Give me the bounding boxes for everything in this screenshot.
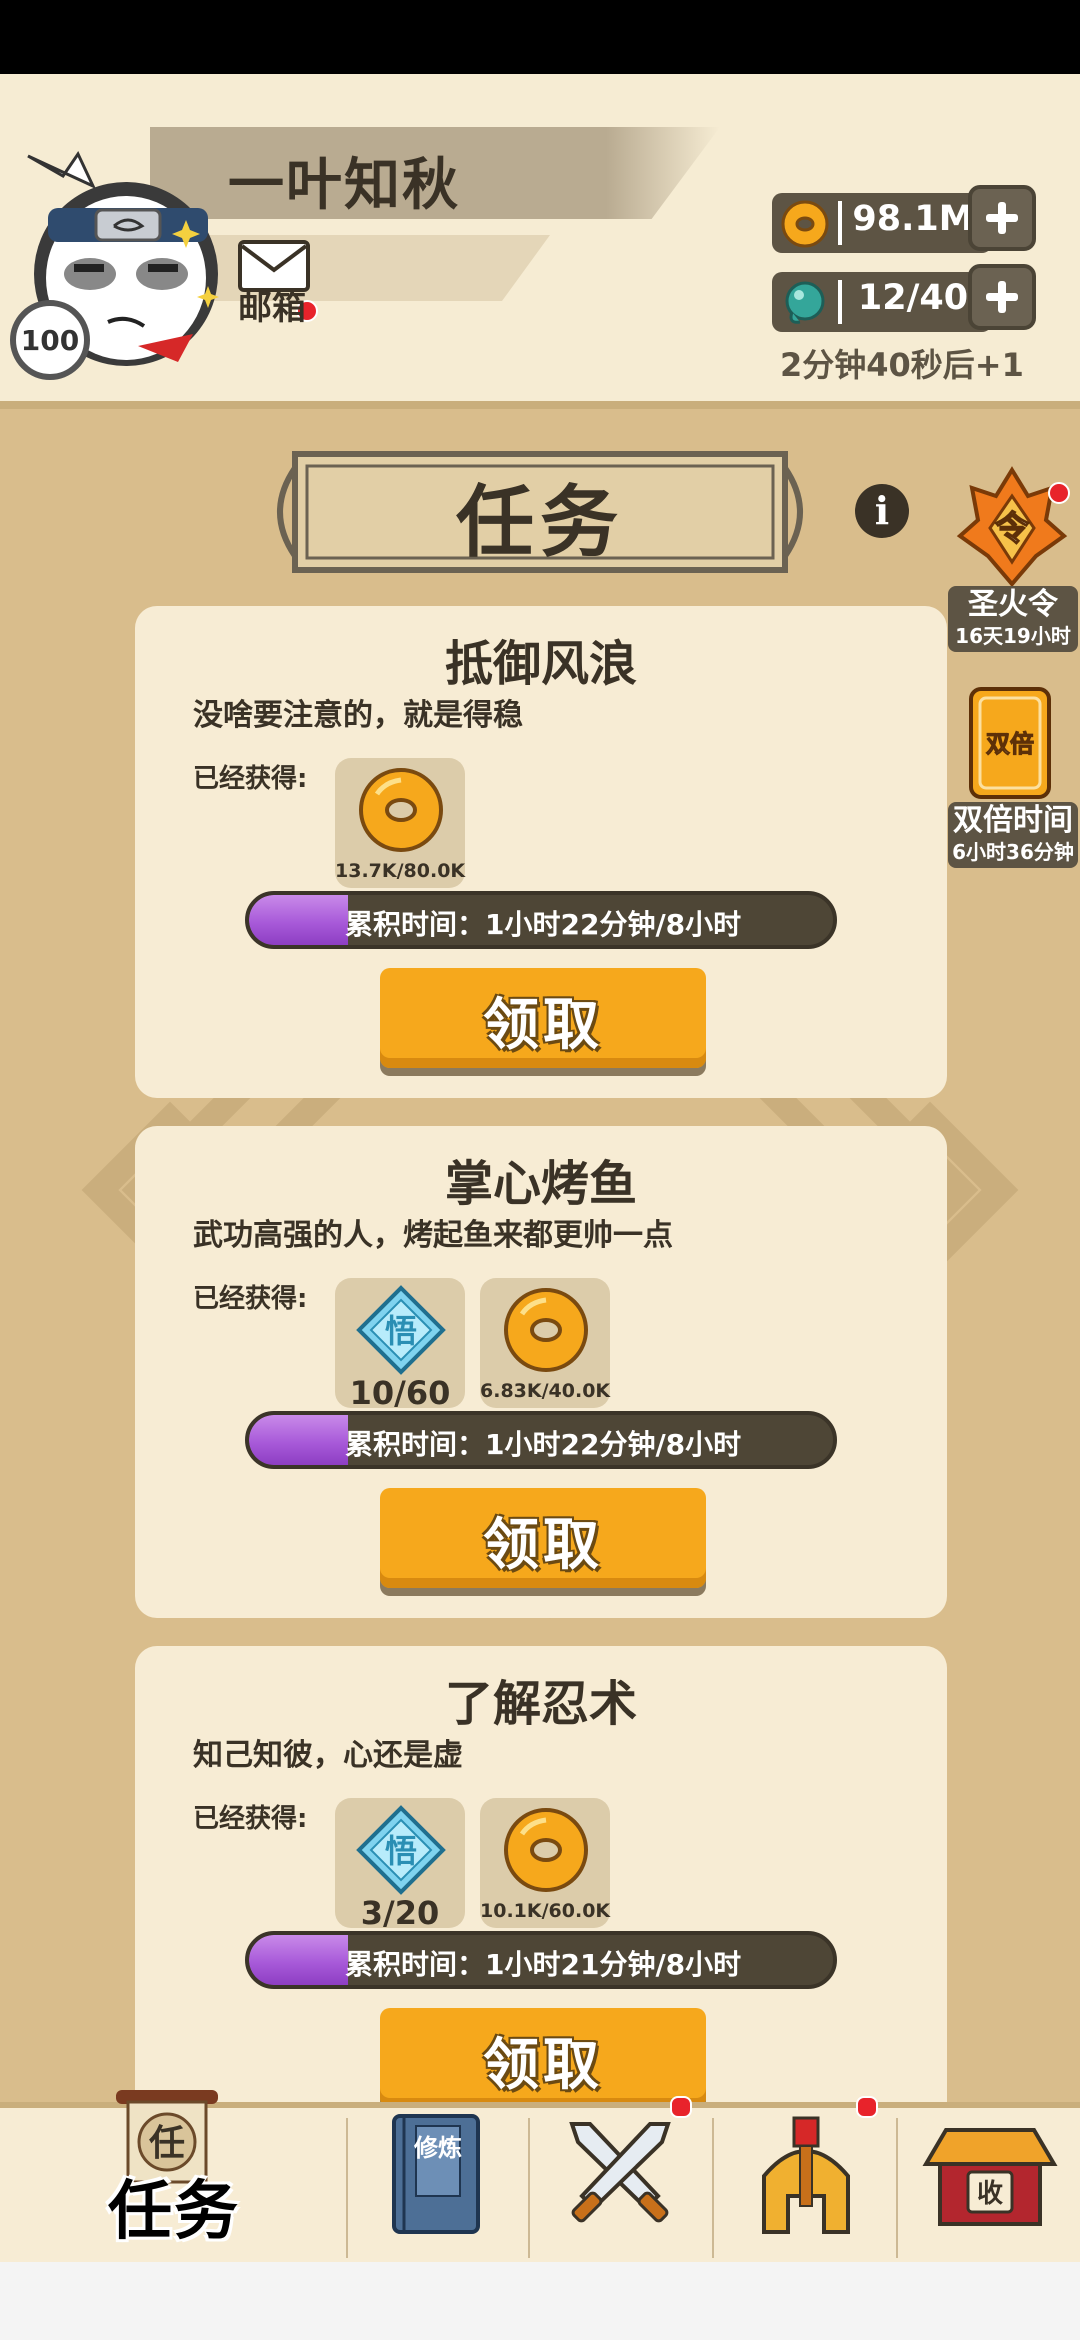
insight-gem-icon: 悟 [356,1805,446,1895]
task-title: 了解忍术 [444,1676,637,1732]
event-holy-fire-order[interactable]: 令 圣火令 16天19小时 [948,466,1078,656]
coin-icon [781,200,829,248]
task-description: 武功高强的人，烤起鱼来都更帅一点 [193,1218,673,1253]
claim-label: 领取 [483,1513,603,1578]
event-double-time[interactable]: 双倍 双倍时间 6小时36分钟 [948,686,1078,876]
reward-count: 6.83K/40.0K [480,1380,611,1402]
progress-fill [249,1935,349,1985]
level-badge: 100 [10,300,90,380]
obtained-label: 已经获得: [193,1804,308,1834]
tab-glyph: 修炼 [413,2134,462,2162]
obtained-label: 已经获得: [193,1284,308,1314]
energy-value: 12/40 [857,278,969,318]
reward-slot-coin[interactable]: 10.1K/60.0K [480,1798,610,1928]
task-description: 没啥要注意的，就是得稳 [193,698,523,733]
event-name: 双倍时间 [953,803,1073,838]
crossed-swords-icon [569,2122,671,2223]
progress-fill [249,1415,349,1465]
double-card-icon: 双倍 [969,687,1051,799]
active-tab-label: 任务 [108,2175,240,2249]
separator [838,201,842,245]
event-time: 16天19小时 [955,624,1071,648]
tab-glyph: 任 [149,2123,185,2164]
task-card: 掌心烤鱼 武功高强的人，烤起鱼来都更帅一点 已经获得: 悟 10/60 6.83… [135,1126,947,1618]
add-coins-button[interactable] [968,185,1036,251]
helmet-icon [762,2116,850,2234]
system-navigation-bar [0,2262,1080,2340]
event-notification-dot [1048,482,1070,504]
reward-slot-coin[interactable]: 13.7K/80.0K [335,758,465,888]
coin-value: 98.1M [852,199,974,239]
progress-bar: 累积时间：1小时22分钟/8小时 [245,1411,837,1469]
coin-icon [504,1808,588,1892]
gem-glyph: 悟 [385,1832,417,1870]
equipment-notification-dot [856,2096,878,2118]
progress-bar: 累积时间：1小时21分钟/8小时 [245,1931,837,1989]
reward-slot-insight[interactable]: 悟 10/60 [335,1278,465,1412]
coin-icon [504,1288,588,1372]
player-name: 一叶知秋 [228,153,460,218]
tab-shop[interactable]: 收 [898,2108,1080,2268]
event-time: 6小时36分钟 [952,840,1074,864]
task-card: 抵御风浪 没啥要注意的，就是得稳 已经获得: 13.7K/80.0K 累积时间：… [135,606,947,1098]
energy-resource-bar: 12/40 [772,272,992,332]
reward-count: 10.1K/60.0K [480,1900,611,1922]
info-icon[interactable]: i [855,484,909,538]
progress-text: 累积时间：1小时22分钟/8小时 [345,1428,742,1461]
task-card: 了解忍术 知己知彼，心还是虚 已经获得: 悟 3/20 10.1K/60.0K … [135,1646,947,2138]
task-title: 抵御风浪 [444,636,637,692]
battle-notification-dot [670,2096,692,2118]
reward-count: 13.7K/80.0K [335,860,466,882]
gem-glyph: 悟 [385,1312,417,1350]
claim-label: 领取 [483,2033,603,2098]
reward-slot-insight[interactable]: 悟 3/20 [335,1798,465,1932]
event-name: 圣火令 [968,587,1058,622]
claim-button[interactable]: 领取 [380,2008,706,2108]
event-label-box: 双倍时间 6小时36分钟 [948,802,1078,868]
mail-label[interactable]: 邮箱 [238,280,306,329]
progress-text: 累积时间：1小时21分钟/8小时 [345,1948,742,1981]
reward-slot-coin[interactable]: 6.83K/40.0K [480,1278,610,1408]
event-label-box: 圣火令 16天19小时 [948,586,1078,652]
coin-icon [359,768,443,852]
energy-timer: 2分钟40秒后+1 [780,346,1024,384]
separator [838,280,842,324]
coin-resource-bar: 98.1M [772,193,992,253]
claim-label: 领取 [483,993,603,1058]
claim-button[interactable]: 领取 [380,1488,706,1588]
claim-button[interactable]: 领取 [380,968,706,1068]
page-title: 任务 [455,478,624,568]
status-bar [0,0,1080,74]
insight-gem-icon: 悟 [356,1285,446,1375]
reward-count: 3/20 [360,1894,440,1932]
progress-bar: 累积时间：1小时22分钟/8小时 [245,891,837,949]
progress-text: 累积时间：1小时22分钟/8小时 [345,908,742,941]
event-icon-text: 令 [995,509,1030,549]
reward-count: 10/60 [349,1374,451,1412]
progress-fill [249,895,349,945]
task-title: 掌心烤鱼 [444,1156,637,1212]
shop-house-icon: 收 [922,2128,1058,2226]
add-energy-button[interactable] [968,264,1036,330]
tab-equipment[interactable] [714,2096,896,2268]
tab-glyph: 收 [977,2179,1003,2209]
tab-training[interactable]: 修炼 [348,2108,528,2268]
training-book-icon: 修炼 [392,2114,480,2234]
task-description: 知己知彼，心还是虚 [193,1738,463,1773]
tab-battle[interactable] [530,2096,712,2268]
obtained-label: 已经获得: [193,764,308,794]
event-icon-text: 双倍 [986,730,1034,758]
energy-orb-icon [785,281,825,324]
